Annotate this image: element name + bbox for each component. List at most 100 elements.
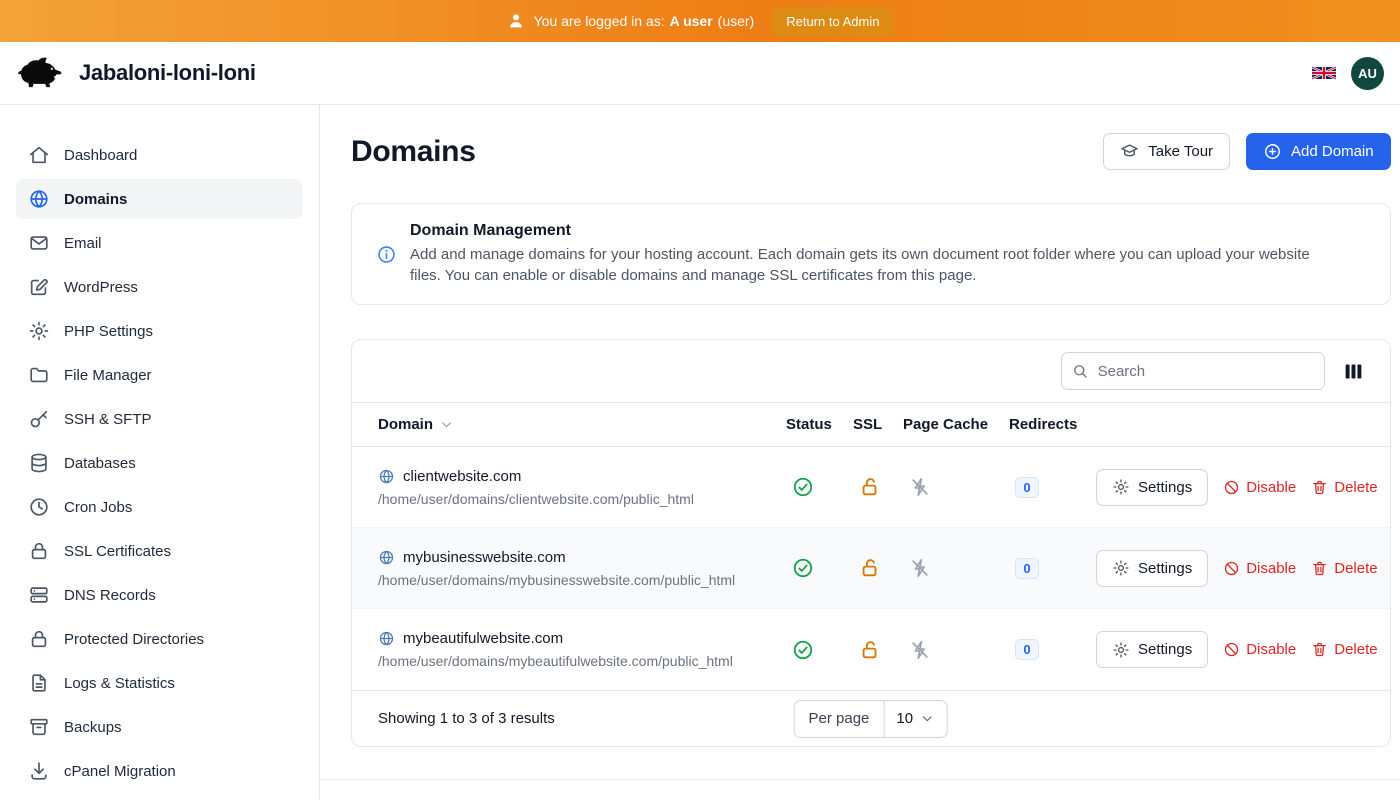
sidebar-item-wordpress[interactable]: WordPress	[16, 267, 303, 307]
document-icon	[28, 672, 50, 694]
gear-icon	[1112, 559, 1130, 577]
sidebar-item-domains[interactable]: Domains	[16, 179, 303, 219]
add-domain-button[interactable]: Add Domain	[1246, 133, 1391, 170]
sidebar-item-cron-jobs[interactable]: Cron Jobs	[16, 487, 303, 527]
redirects-count-badge[interactable]: 0	[1015, 477, 1039, 498]
per-page-select[interactable]: 10	[884, 701, 947, 737]
disable-button[interactable]: Disable	[1223, 479, 1296, 496]
impersonation-banner: You are logged in as: A user (user) Retu…	[0, 0, 1400, 42]
globe-icon	[378, 549, 395, 566]
brand-title: Jabaloni-loni-loni	[79, 60, 256, 86]
sidebar-item-dashboard[interactable]: Dashboard	[16, 135, 303, 175]
mail-icon	[28, 232, 50, 254]
page-cache-off-icon[interactable]	[909, 476, 931, 498]
sidebar-item-protected-directories[interactable]: Protected Directories	[16, 619, 303, 659]
sidebar-item-backups[interactable]: Backups	[16, 707, 303, 747]
clock-icon	[28, 496, 50, 518]
domain-name[interactable]: mybusinesswebsite.com	[403, 549, 566, 566]
domain-name[interactable]: clientwebsite.com	[403, 468, 521, 485]
cog-icon	[28, 320, 50, 342]
user-avatar[interactable]: AU	[1351, 57, 1384, 90]
column-header-domain[interactable]: Domain	[352, 416, 786, 433]
database-icon	[28, 452, 50, 474]
trash-icon	[1311, 479, 1328, 496]
gear-icon	[1112, 641, 1130, 659]
column-header-status: Status	[786, 416, 853, 433]
sidebar-item-ssh-sftp[interactable]: SSH & SFTP	[16, 399, 303, 439]
ssl-unlocked-icon[interactable]	[859, 476, 881, 498]
sidebar-item-label: SSH & SFTP	[64, 411, 152, 428]
globe-icon	[378, 468, 395, 485]
search-icon	[1071, 362, 1089, 380]
tour-cap-icon	[1120, 142, 1139, 161]
return-to-admin-button[interactable]: Return to Admin	[772, 7, 893, 36]
trash-icon	[1311, 560, 1328, 577]
domain-path: /home/user/domains/mybusinesswebsite.com…	[378, 572, 786, 588]
table-toolbar	[352, 340, 1390, 402]
table-row: mybusinesswebsite.com /home/user/domains…	[352, 528, 1390, 609]
info-body: Add and manage domains for your hosting …	[410, 245, 1315, 286]
page-cache-off-icon[interactable]	[909, 557, 931, 579]
sidebar-item-label: Databases	[64, 455, 136, 472]
ssl-unlocked-icon[interactable]	[859, 557, 881, 579]
ssl-unlocked-icon[interactable]	[859, 639, 881, 661]
sidebar-item-label: PHP Settings	[64, 323, 153, 340]
column-header-page-cache: Page Cache	[903, 416, 1009, 433]
page-cache-off-icon[interactable]	[909, 639, 931, 661]
settings-button[interactable]: Settings	[1096, 469, 1208, 506]
domain-name[interactable]: mybeautifulwebsite.com	[403, 630, 563, 647]
download-icon	[28, 760, 50, 782]
disable-button[interactable]: Disable	[1223, 641, 1296, 658]
sidebar-item-ssl-certificates[interactable]: SSL Certificates	[16, 531, 303, 571]
folder-icon	[28, 364, 50, 386]
sidebar-item-dns-records[interactable]: DNS Records	[16, 575, 303, 615]
search-input[interactable]	[1061, 352, 1325, 390]
delete-button[interactable]: Delete	[1311, 641, 1377, 658]
info-callout: Domain Management Add and manage domains…	[351, 203, 1391, 305]
sidebar-item-label: Email	[64, 235, 102, 252]
info-title: Domain Management	[410, 222, 1315, 240]
disable-button[interactable]: Disable	[1223, 560, 1296, 577]
globe-icon	[28, 188, 50, 210]
boar-logo-icon	[16, 56, 66, 90]
sidebar-item-databases[interactable]: Databases	[16, 443, 303, 483]
sidebar-item-cpanel-migration[interactable]: cPanel Migration	[16, 751, 303, 791]
settings-button[interactable]: Settings	[1096, 631, 1208, 668]
sidebar: Dashboard Domains Email WordPress PHP Settin…	[0, 105, 320, 799]
plus-circle-icon	[1263, 142, 1282, 161]
sort-chevron-icon	[439, 417, 454, 432]
sidebar-item-email[interactable]: Email	[16, 223, 303, 263]
language-flag-button[interactable]	[1310, 64, 1338, 82]
ban-icon	[1223, 641, 1240, 658]
table-row: clientwebsite.com /home/user/domains/cli…	[352, 447, 1390, 528]
settings-button[interactable]: Settings	[1096, 550, 1208, 587]
delete-button[interactable]: Delete	[1311, 560, 1377, 577]
column-header-ssl: SSL	[853, 416, 903, 433]
status-active-icon	[792, 476, 814, 498]
footer-divider	[320, 779, 1400, 780]
redirects-count-badge[interactable]: 0	[1015, 639, 1039, 660]
columns-toggle-button[interactable]	[1341, 359, 1366, 384]
app-header: Jabaloni-loni-loni AU	[0, 42, 1400, 105]
sidebar-item-file-manager[interactable]: File Manager	[16, 355, 303, 395]
lock-icon	[28, 628, 50, 650]
redirects-count-badge[interactable]: 0	[1015, 558, 1039, 579]
delete-button[interactable]: Delete	[1311, 479, 1377, 496]
table-footer: Showing 1 to 3 of 3 results Per page 10	[352, 690, 1390, 746]
banner-user-name: A user	[670, 13, 713, 29]
user-icon	[507, 12, 525, 30]
ban-icon	[1223, 479, 1240, 496]
per-page-label: Per page	[795, 701, 885, 737]
sidebar-item-label: Domains	[64, 191, 127, 208]
chevron-down-icon	[920, 711, 935, 726]
sidebar-item-php-settings[interactable]: PHP Settings	[16, 311, 303, 351]
edit-icon	[28, 276, 50, 298]
sidebar-item-logs-statistics[interactable]: Logs & Statistics	[16, 663, 303, 703]
per-page-control: Per page 10	[794, 700, 949, 738]
domain-path: /home/user/domains/clientwebsite.com/pub…	[378, 491, 786, 507]
banner-user-role: (user)	[718, 13, 755, 29]
page-title: Domains	[351, 135, 476, 169]
sidebar-item-label: Cron Jobs	[64, 499, 132, 516]
sidebar-item-label: SSL Certificates	[64, 543, 171, 560]
take-tour-button[interactable]: Take Tour	[1103, 133, 1230, 170]
